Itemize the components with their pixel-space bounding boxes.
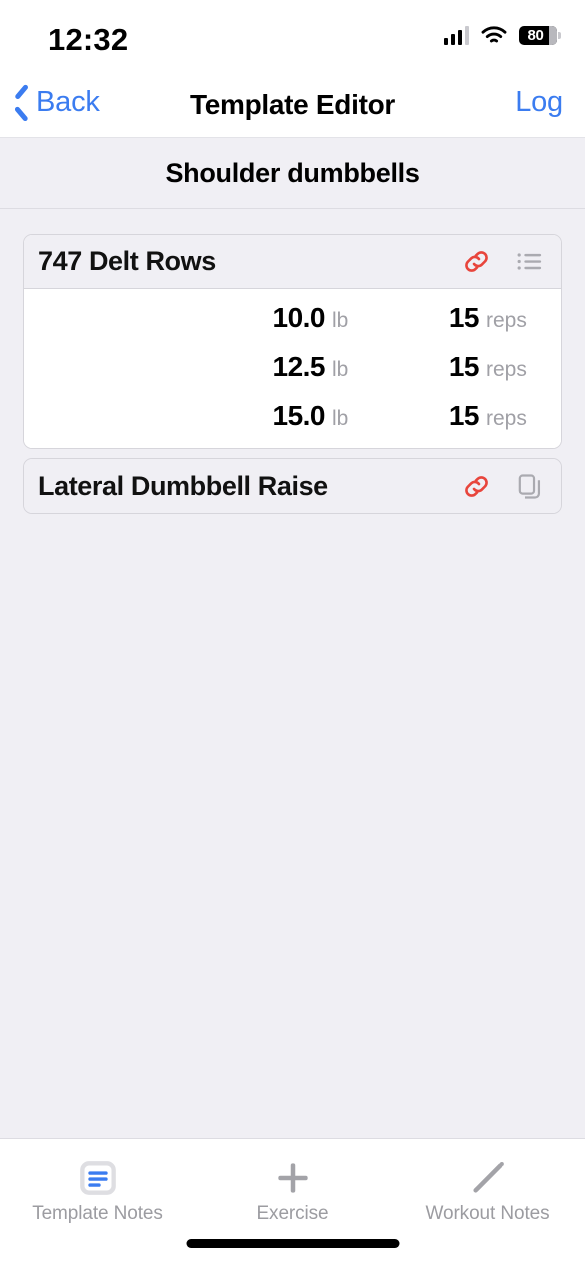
weight-unit: lb bbox=[332, 357, 349, 381]
exercise-card[interactable]: Lateral Dumbbell Raise bbox=[23, 458, 562, 514]
exercise-card-actions bbox=[460, 245, 545, 278]
set-list: 10.0 lb 15 reps 12.5 lb 15 reps 15.0 lb … bbox=[24, 289, 561, 448]
app-screen: 12:32 80 Back Template Editor Log Should… bbox=[0, 0, 585, 1266]
link-icon[interactable] bbox=[460, 245, 493, 278]
set-row[interactable]: 12.5 lb 15 reps bbox=[24, 342, 561, 391]
reps-unit: reps bbox=[486, 357, 527, 381]
set-row[interactable]: 15.0 lb 15 reps bbox=[24, 391, 561, 440]
set-weight[interactable]: 10.0 lb bbox=[180, 302, 370, 334]
weight-unit: lb bbox=[332, 308, 349, 332]
status-bar: 12:32 80 bbox=[0, 0, 585, 72]
exercise-card-header[interactable]: Lateral Dumbbell Raise bbox=[24, 459, 561, 513]
weight-value: 10.0 bbox=[272, 301, 326, 333]
battery-percent-label: 80 bbox=[527, 27, 544, 44]
weight-value: 12.5 bbox=[272, 350, 326, 382]
exercise-card[interactable]: 747 Delt Rows 10.0 lb 15 reps 12.5 lb 15… bbox=[23, 234, 562, 449]
reps-value: 15 bbox=[448, 350, 480, 382]
link-icon[interactable] bbox=[460, 470, 493, 503]
toolbar-item-workout-notes[interactable]: Workout Notes bbox=[390, 1139, 585, 1225]
set-reps[interactable]: 15 reps bbox=[370, 302, 540, 334]
status-time: 12:32 bbox=[48, 22, 129, 57]
exercise-card-actions bbox=[460, 470, 545, 503]
toolbar-item-template-notes[interactable]: Template Notes bbox=[0, 1139, 195, 1225]
copy-icon[interactable] bbox=[514, 471, 545, 502]
set-row[interactable]: 10.0 lb 15 reps bbox=[24, 293, 561, 342]
template-section-header: Shoulder dumbbells bbox=[0, 138, 585, 209]
reps-unit: reps bbox=[486, 308, 527, 332]
weight-unit: lb bbox=[332, 406, 349, 430]
bottom-toolbar: Template Notes Exercise Workout Notes bbox=[0, 1138, 585, 1266]
exercise-card-header[interactable]: 747 Delt Rows bbox=[24, 235, 561, 289]
toolbar-label-workout-notes: Workout Notes bbox=[425, 1203, 550, 1224]
set-weight[interactable]: 12.5 lb bbox=[180, 351, 370, 383]
template-name: Shoulder dumbbells bbox=[165, 157, 420, 188]
log-button[interactable]: Log bbox=[515, 86, 563, 119]
wifi-icon bbox=[481, 26, 507, 45]
page-title: Template Editor bbox=[189, 89, 395, 120]
toolbar-label-exercise: Exercise bbox=[256, 1203, 329, 1224]
exercise-name: 747 Delt Rows bbox=[38, 246, 216, 276]
document-lines-icon bbox=[78, 1155, 118, 1201]
reps-value: 15 bbox=[448, 399, 480, 431]
weight-value: 15.0 bbox=[272, 399, 326, 431]
cellular-signal-icon bbox=[443, 26, 469, 45]
toolbar-item-exercise[interactable]: Exercise bbox=[195, 1139, 390, 1225]
exercise-name: Lateral Dumbbell Raise bbox=[38, 470, 328, 501]
list-bullet-icon[interactable] bbox=[514, 246, 545, 277]
pencil-icon bbox=[468, 1155, 508, 1201]
status-indicators: 80 bbox=[443, 26, 561, 45]
home-indicator[interactable] bbox=[186, 1239, 399, 1248]
reps-value: 15 bbox=[448, 301, 480, 333]
reps-unit: reps bbox=[486, 406, 527, 430]
set-weight[interactable]: 15.0 lb bbox=[180, 400, 370, 432]
battery-icon: 80 bbox=[519, 26, 561, 45]
set-reps[interactable]: 15 reps bbox=[370, 400, 540, 432]
content-area: Shoulder dumbbells 747 Delt Rows 10.0 lb… bbox=[0, 138, 585, 1138]
toolbar-label-template-notes: Template Notes bbox=[32, 1203, 163, 1224]
plus-icon bbox=[273, 1155, 313, 1201]
set-reps[interactable]: 15 reps bbox=[370, 351, 540, 383]
navigation-bar: Back Template Editor Log bbox=[0, 72, 585, 138]
